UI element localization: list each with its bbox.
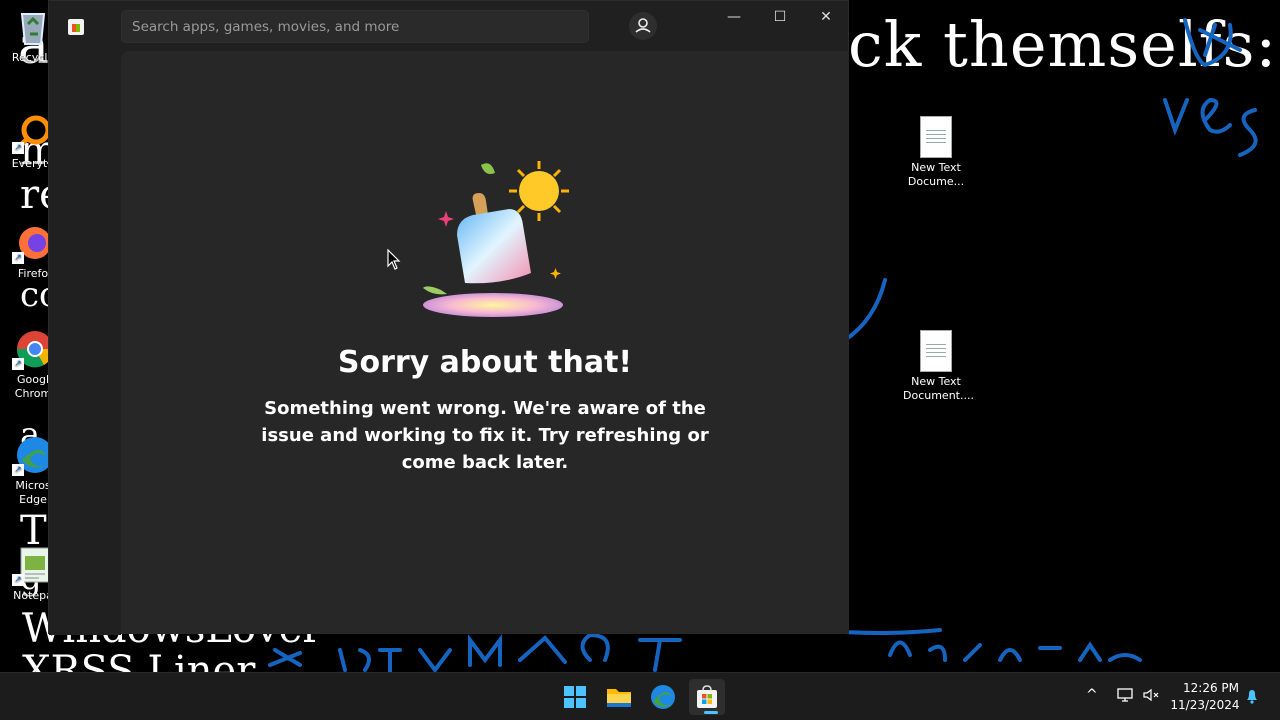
search-input[interactable]: [132, 11, 572, 42]
text-file-icon: [915, 116, 957, 158]
desktop-icon-text-document[interactable]: New Text Document....: [903, 330, 974, 403]
melted-popsicle-illustration: [423, 161, 569, 317]
taskbar-file-explorer[interactable]: [601, 679, 637, 715]
navigation-rail: [49, 51, 121, 635]
shortcut-arrow-icon: ↗: [12, 142, 24, 154]
clock-time[interactable]: 12:26 PM: [1174, 681, 1248, 695]
clock-date[interactable]: 11/23/2024: [1170, 698, 1240, 712]
taskbar-microsoft-store[interactable]: [689, 679, 725, 715]
show-hidden-icons-chevron-icon[interactable]: ^: [1086, 687, 1098, 703]
windows-logo-icon: [564, 686, 586, 708]
content-area: Sorry about that! Something went wrong. …: [121, 51, 849, 634]
maximize-button[interactable]: ☐: [757, 1, 803, 33]
account-button[interactable]: [629, 12, 657, 40]
taskbar-edge[interactable]: [645, 679, 681, 715]
network-icon[interactable]: [1116, 687, 1134, 703]
mouse-pointer-icon: [387, 249, 401, 270]
desktop-icon-label: New Text Docume...: [907, 161, 965, 188]
microsoft-store-logo-icon: [68, 19, 84, 35]
folder-icon: [607, 689, 631, 707]
taskbar: ^ 12:26 PM 11/23/2024: [0, 672, 1280, 720]
title-bar[interactable]: — ☐ ✕: [49, 1, 848, 51]
volume-muted-icon[interactable]: [1142, 687, 1160, 703]
desktop: ck themselfs: a m re co a T g WindowsLov…: [0, 0, 1280, 672]
desktop-icon-label: New Text Document....: [903, 375, 974, 402]
shortcut-arrow-icon: ↗: [12, 574, 24, 586]
text-file-icon: [915, 330, 957, 372]
minimize-button[interactable]: —: [711, 1, 757, 33]
edge-icon: [651, 685, 675, 709]
error-title: Sorry about that!: [337, 345, 633, 380]
store-bag-icon: [697, 685, 717, 708]
microsoft-store-window: — ☐ ✕: [48, 0, 849, 635]
error-message: Something went wrong. We're aware of the…: [261, 398, 709, 473]
shortcut-arrow-icon: ↗: [12, 464, 24, 476]
desktop-icon-text-document[interactable]: New Text Docume...: [903, 116, 969, 189]
start-button[interactable]: [557, 679, 593, 715]
close-button[interactable]: ✕: [803, 1, 849, 33]
notification-bell-icon[interactable]: [1244, 688, 1260, 704]
person-icon: [635, 18, 651, 33]
active-app-indicator: [704, 711, 718, 714]
shortcut-arrow-icon: ↗: [12, 252, 24, 264]
search-box[interactable]: [121, 10, 589, 43]
shortcut-arrow-icon: ↗: [12, 358, 24, 370]
